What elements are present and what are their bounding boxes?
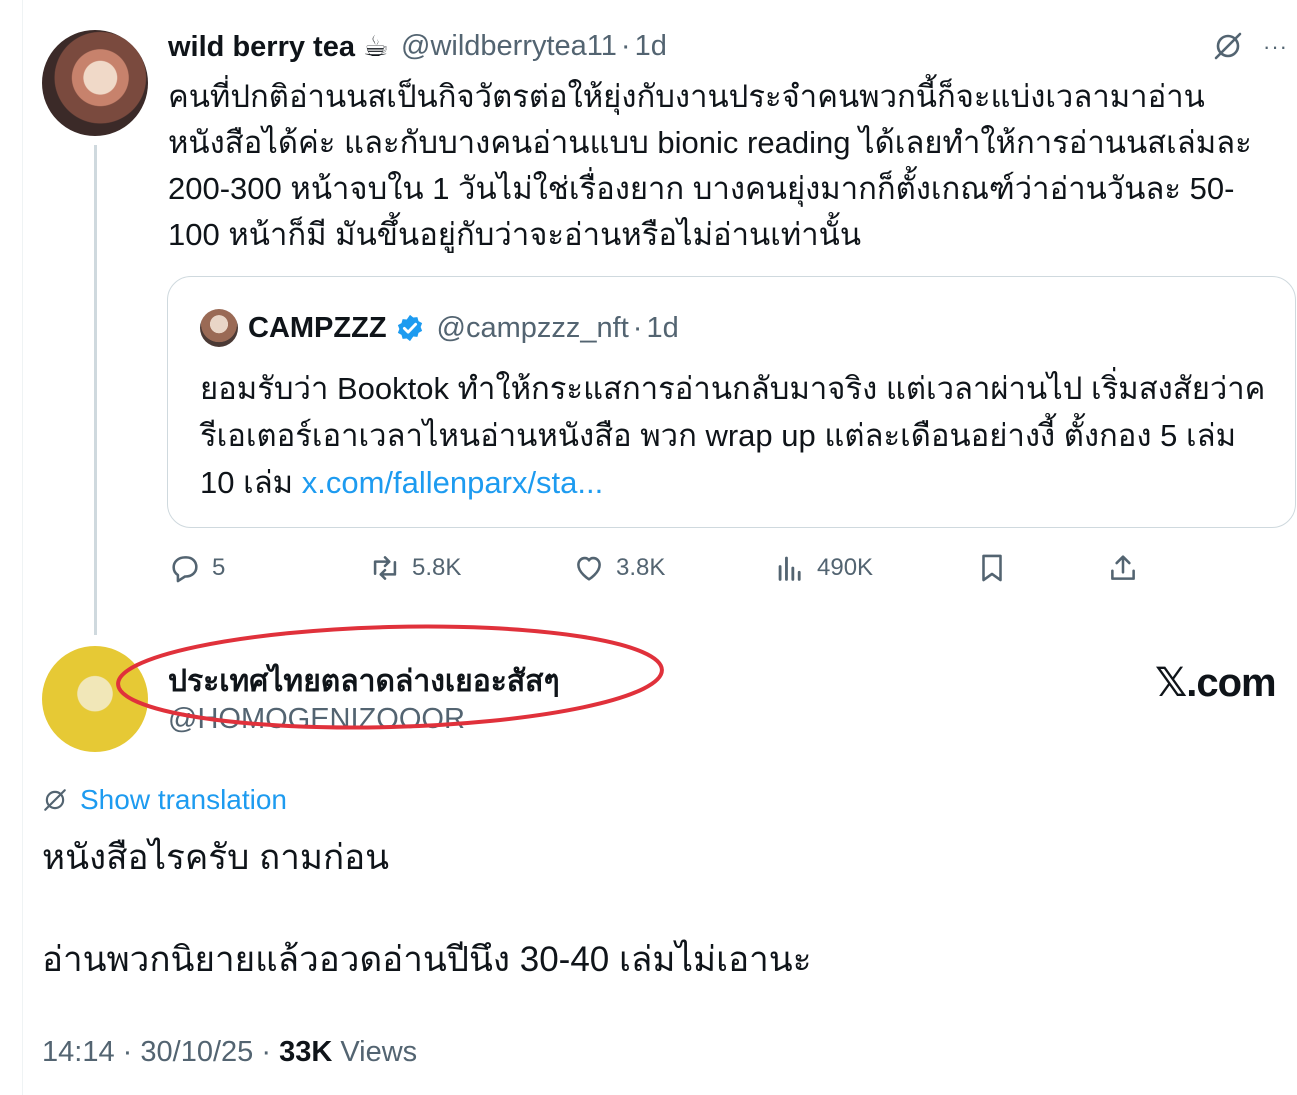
separator: · <box>632 311 643 344</box>
retweet-icon <box>373 556 397 580</box>
tweet-meta: 14:14 · 30/10/25 · 33K Views <box>42 1036 417 1069</box>
reply-button[interactable]: 5 <box>168 548 225 588</box>
views-count[interactable]: 33K <box>279 1036 332 1068</box>
reply-icon <box>172 556 198 583</box>
quote-timestamp[interactable]: 1d <box>646 312 678 345</box>
tweet-time[interactable]: 14:14 <box>42 1036 115 1068</box>
display-name[interactable]: wild berry tea ☕ <box>168 29 389 64</box>
views-button[interactable]: 490K <box>773 548 873 588</box>
more-dots-icon[interactable]: ··· <box>1263 36 1288 58</box>
show-translation-link[interactable]: Show translation <box>42 782 287 818</box>
show-translation-label[interactable]: Show translation <box>80 784 287 816</box>
translate-icon <box>44 789 66 811</box>
action-bar: 5 5.8K 3.8K 490K <box>0 548 1297 588</box>
tweet-header: wild berry tea ☕ @wildberrytea11 · 1d <box>168 26 667 66</box>
avatar[interactable] <box>42 30 148 136</box>
quote-handle[interactable]: @campzzz_nft <box>437 312 629 345</box>
bookmark-button[interactable] <box>975 548 1019 588</box>
like-count: 3.8K <box>616 554 666 581</box>
quote-link[interactable]: x.com/fallenparx/sta... <box>302 465 604 500</box>
tweet-date[interactable]: 30/10/25 <box>140 1036 253 1068</box>
x-com-watermark: 𝕏.com <box>1155 661 1277 705</box>
translate-slash-icon[interactable] <box>1212 30 1244 62</box>
reply-count: 5 <box>212 554 226 581</box>
reply-text-line1: หนังสือไรครับ ถามก่อน <box>42 838 390 877</box>
analytics-icon <box>778 556 801 581</box>
quote-avatar[interactable] <box>200 309 238 347</box>
retweet-count: 5.8K <box>412 554 462 581</box>
views-label: Views <box>340 1036 418 1068</box>
quote-text: ยอมรับว่า Booktok ทำให้กระแสการอ่านกลับม… <box>200 365 1275 506</box>
red-circle-annotation <box>116 624 664 730</box>
like-button[interactable]: 3.8K <box>572 548 665 588</box>
bookmark-icon <box>982 554 1002 582</box>
separator: · <box>122 1036 133 1068</box>
quote-header: CAMPZZZ @campzzz_nft · 1d <box>248 307 679 349</box>
tweet-text: คนที่ปกติอ่านนสเป็นกิจวัตรต่อให้ยุ่งกับง… <box>168 79 1252 252</box>
user-handle[interactable]: @wildberrytea11 <box>401 30 617 63</box>
reply-text-line2: อ่านพวกนิยายแล้วอวดอ่านปีนึง 30-40 เล่มไ… <box>42 940 812 979</box>
retweet-button[interactable]: 5.8K <box>368 548 461 588</box>
separator: · <box>620 29 631 62</box>
view-count: 490K <box>817 554 874 581</box>
separator: · <box>261 1036 271 1068</box>
timestamp[interactable]: 1d <box>635 30 667 63</box>
heart-icon <box>577 556 601 581</box>
share-icon <box>1111 555 1135 580</box>
verified-badge-icon <box>397 314 422 342</box>
quoted-tweet-card[interactable]: CAMPZZZ @campzzz_nft · 1d ยอมรับว่า Book… <box>167 276 1296 528</box>
share-button[interactable] <box>1106 548 1150 588</box>
quote-display-name[interactable]: CAMPZZZ <box>248 312 387 345</box>
